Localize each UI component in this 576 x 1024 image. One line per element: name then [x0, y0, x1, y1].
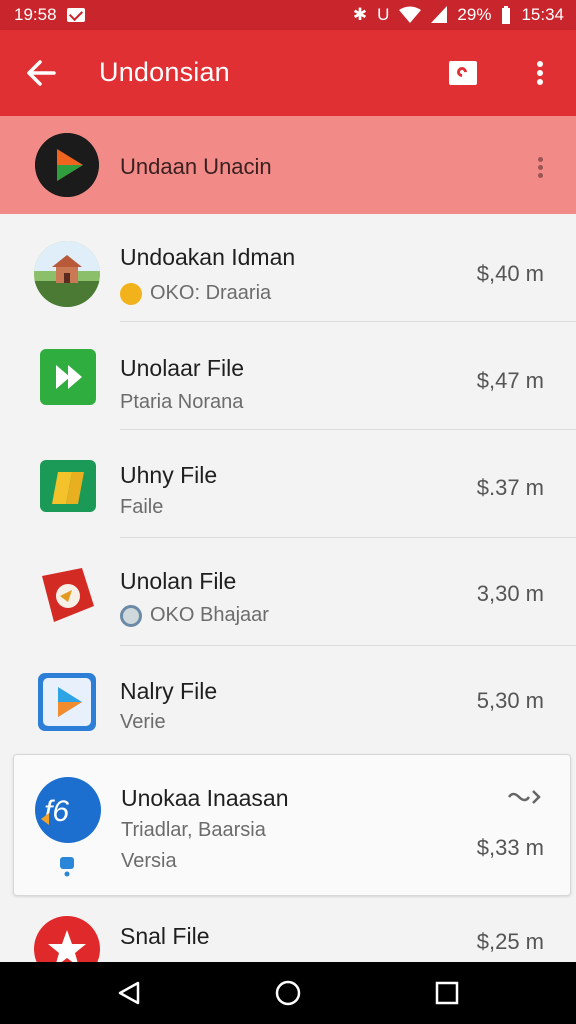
list-item[interactable]: Snal File $,25 m	[0, 898, 576, 962]
back-nav-icon[interactable]	[116, 980, 142, 1006]
list-item[interactable]: Nalry File Verie 5,30 m	[0, 646, 576, 754]
wifi-icon	[399, 6, 422, 23]
card-subtitle-2: Versia	[121, 850, 177, 872]
item-subtitle: Verie	[120, 711, 166, 733]
item-subtitle: OKO Bhajaar	[150, 604, 269, 626]
now-playing-more-icon[interactable]	[530, 154, 550, 184]
f6-app-icon: f6	[35, 777, 101, 843]
list-item[interactable]: Uhny File Faile $.37 m	[0, 430, 576, 538]
system-nav-bar	[0, 962, 576, 1024]
vibrate-icon: U	[377, 5, 390, 24]
item-subtitle: Ptaria Norana	[120, 391, 244, 413]
card-subtitle: Triadlar, Baarsia	[121, 819, 266, 841]
back-arrow-icon[interactable]	[24, 56, 58, 90]
item-size: $,25 m	[476, 929, 544, 954]
item-size: $,40 m	[476, 261, 544, 286]
status-time-left: 19:58	[14, 5, 57, 24]
card-size: $,33 m	[476, 835, 544, 860]
list-item[interactable]: Unolaar File Ptaria Norana $,47 m	[0, 322, 576, 430]
item-size: 3,30 m	[476, 581, 544, 606]
now-playing-label: Undaan Unacin	[120, 154, 272, 179]
battery-icon	[502, 6, 511, 24]
folder-app-icon	[40, 460, 96, 512]
link-arrow-icon[interactable]	[507, 789, 543, 805]
page-title: Undonsian	[99, 57, 230, 87]
overflow-menu-icon[interactable]	[528, 58, 552, 90]
bluetooth-icon: ✱	[352, 5, 368, 24]
item-subtitle-wrap: OKO Bhajaar	[120, 604, 269, 627]
item-title: Unolan File	[120, 568, 237, 594]
eye-badge-icon	[120, 604, 142, 627]
list-item[interactable]: Undoakan Idman OKO: Draaria $,40 m	[0, 214, 576, 322]
play-store-icon	[38, 673, 96, 731]
green-forward-app-icon	[40, 349, 96, 405]
red-game-icon	[42, 568, 94, 622]
item-subtitle: Faile	[120, 496, 164, 518]
recents-nav-icon[interactable]	[435, 981, 459, 1005]
signal-icon	[431, 6, 448, 23]
item-title: Unolaar File	[120, 355, 244, 381]
status-clock: 15:34	[521, 5, 564, 24]
home-nav-icon[interactable]	[275, 980, 301, 1006]
list-item[interactable]: Unolan File OKO Bhajaar 3,30 m	[0, 538, 576, 646]
item-title: Undoakan Idman	[120, 244, 296, 270]
battery-percent: 29%	[457, 5, 492, 24]
small-badge-icon	[60, 857, 74, 877]
play-logo-icon	[35, 133, 99, 197]
selected-item-card[interactable]: f6 Unokaa Inaasan Triadlar, Baarsia Vers…	[13, 754, 571, 896]
card-title: Unokaa Inaasan	[121, 785, 289, 811]
badge-icon	[120, 282, 142, 305]
status-bar: 19:58 ✱ U 29% 15:34	[0, 0, 576, 30]
item-title: Uhny File	[120, 462, 218, 488]
flag-icon[interactable]	[449, 61, 477, 85]
mail-notification-icon	[66, 8, 85, 22]
item-size: $,47 m	[476, 368, 544, 393]
temple-photo-icon	[34, 241, 100, 307]
item-subtitle: OKO: Draaria	[150, 282, 272, 304]
item-size: $.37 m	[476, 475, 544, 500]
item-size: 5,30 m	[476, 688, 544, 713]
item-title: Nalry File	[120, 678, 218, 704]
red-star-app-icon	[34, 916, 100, 962]
item-subtitle-wrap: OKO: Draaria	[120, 282, 271, 305]
app-bar: Undonsian	[0, 30, 576, 116]
item-title: Snal File	[120, 923, 210, 949]
